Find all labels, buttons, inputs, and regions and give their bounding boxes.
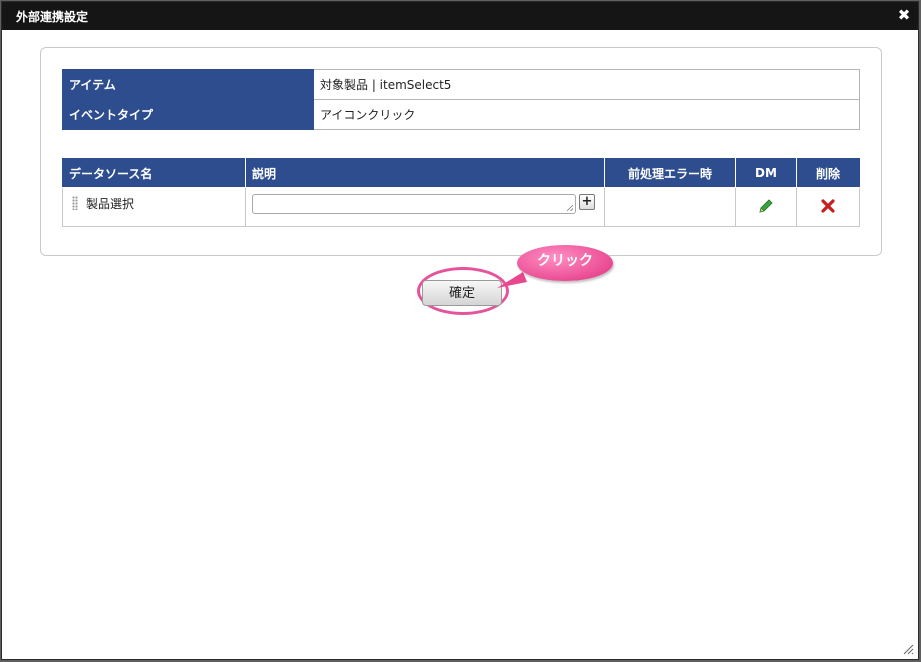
- datasource-name: 製品選択: [86, 197, 135, 211]
- dialog-titlebar[interactable]: 外部連携設定 ✖: [2, 2, 918, 30]
- drag-handle-icon[interactable]: [72, 196, 78, 210]
- pencil-icon[interactable]: [758, 198, 774, 214]
- datasource-header-row: データソース名 説明 前処理エラー時 DM 削除: [62, 158, 860, 188]
- settings-panel: アイテム 対象製品 | itemSelect5 イベントタイプ アイコンクリック…: [40, 47, 882, 256]
- info-label: アイテム: [62, 69, 314, 100]
- info-row-item: アイテム 対象製品 | itemSelect5: [62, 69, 860, 100]
- header-dm: DM: [735, 158, 797, 188]
- expand-plus-button[interactable]: +: [579, 194, 595, 210]
- info-label: イベントタイプ: [62, 99, 314, 130]
- info-table: アイテム 対象製品 | itemSelect5 イベントタイプ アイコンクリック: [62, 69, 860, 130]
- resize-grip-icon[interactable]: [902, 643, 914, 655]
- textarea-resize-icon[interactable]: [567, 205, 573, 211]
- header-preprocess-error: 前処理エラー時: [604, 158, 736, 188]
- close-icon[interactable]: ✖: [896, 6, 912, 24]
- datasource-name-cell: 製品選択: [62, 187, 246, 227]
- delete-x-icon[interactable]: [820, 198, 836, 214]
- info-value: アイコンクリック: [313, 99, 860, 130]
- click-callout-bubble: クリック: [517, 245, 613, 281]
- external-link-settings-dialog: 外部連携設定 ✖ アイテム 対象製品 | itemSelect5 イベントタイプ…: [1, 1, 919, 660]
- delete-cell: [796, 187, 860, 227]
- dialog-title: 外部連携設定: [16, 10, 89, 24]
- confirm-button[interactable]: 確定: [422, 280, 502, 306]
- info-value: 対象製品 | itemSelect5: [313, 69, 860, 100]
- header-delete: 削除: [796, 158, 860, 188]
- info-row-event-type: イベントタイプ アイコンクリック: [62, 99, 860, 130]
- header-datasource-name: データソース名: [62, 158, 246, 188]
- header-description: 説明: [245, 158, 605, 188]
- datasource-table: データソース名 説明 前処理エラー時 DM 削除 製品選択 +: [62, 158, 860, 227]
- table-row: 製品選択 +: [62, 187, 860, 227]
- preprocess-error-cell: [604, 187, 736, 227]
- dm-cell: [735, 187, 797, 227]
- description-cell: +: [245, 187, 605, 227]
- description-input[interactable]: [252, 194, 576, 214]
